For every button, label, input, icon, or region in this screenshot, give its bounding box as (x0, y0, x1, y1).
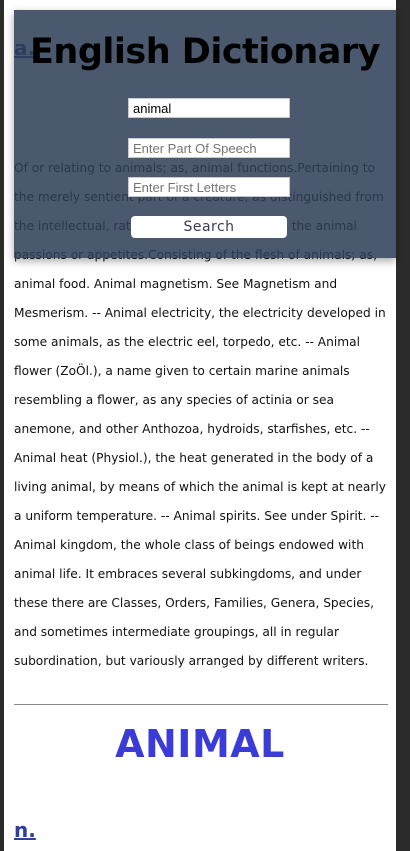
app-title: English Dictionary (30, 32, 381, 72)
word-input[interactable] (128, 98, 290, 118)
search-button[interactable]: Search (131, 216, 287, 238)
entry-word-heading: ANIMAL (115, 722, 285, 766)
part-of-speech-input[interactable] (128, 138, 290, 158)
entry-divider (14, 704, 388, 705)
part-of-speech-link[interactable]: n. (14, 818, 36, 842)
first-letters-input[interactable] (128, 177, 290, 197)
search-panel: English Dictionary Search (14, 10, 396, 258)
